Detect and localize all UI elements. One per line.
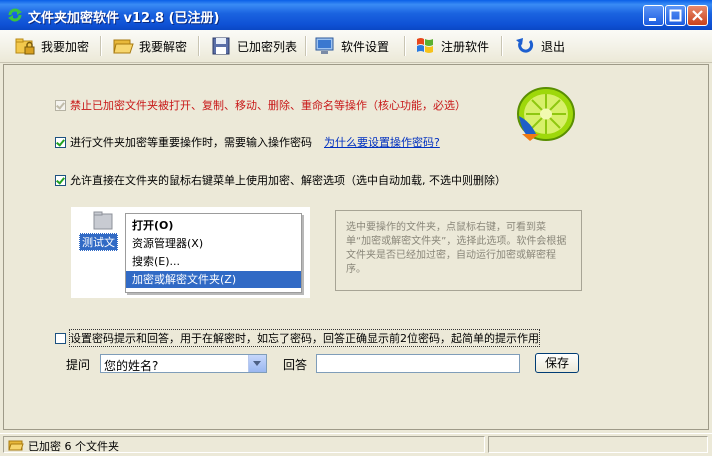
save-button[interactable]: 保存 xyxy=(535,353,579,373)
app-window: 文件夹加密软件 v12.8 (已注册) 我要加密 我要解密 已加密列表 软件设置… xyxy=(0,0,712,456)
status-bar: 已加密 6 个文件夹 xyxy=(0,433,712,456)
exit-arrow-icon xyxy=(516,38,534,53)
decrypt-label: 我要解密 xyxy=(139,39,188,54)
encrypted-list-label: 已加密列表 xyxy=(237,39,298,54)
question-value: 您的姓名? xyxy=(104,359,159,373)
why-password-link[interactable]: 为什么要设置操作密码? xyxy=(324,134,440,150)
minimize-button[interactable] xyxy=(643,5,664,26)
password-option[interactable]: 进行文件夹加密等重要操作时，需要输入操作密码 为什么要设置操作密码? xyxy=(55,134,440,150)
lime-lock-logo-icon xyxy=(517,87,575,141)
encrypted-list-button[interactable]: 已加密列表 xyxy=(210,33,297,59)
question-select[interactable]: 您的姓名? xyxy=(100,354,267,373)
settings-panel: 禁止已加密文件夹被打开、复制、移动、删除、重命名等操作（核心功能，必选） 进行文… xyxy=(3,64,709,430)
exit-label: 退出 xyxy=(541,39,566,54)
save-list-icon xyxy=(212,37,230,55)
minimize-icon xyxy=(649,18,656,21)
register-label: 注册软件 xyxy=(441,39,490,54)
status-cell-main: 已加密 6 个文件夹 xyxy=(3,436,485,453)
context-menu-preview: 测试文 打开(O) 资源管理器(X) 搜索(E)... 加密或解密文件夹(Z) xyxy=(71,207,310,298)
register-button[interactable]: 注册软件 xyxy=(414,33,489,59)
toolbar: 我要加密 我要解密 已加密列表 软件设置 注册软件 退出 xyxy=(0,30,712,63)
close-icon xyxy=(692,10,703,21)
folder-status-icon xyxy=(8,440,24,451)
context-menu-checkbox[interactable] xyxy=(55,174,66,186)
status-text: 已加密 6 个文件夹 xyxy=(28,440,119,453)
core-protection-option: 禁止已加密文件夹被打开、复制、移动、删除、重命名等操作（核心功能，必选） xyxy=(55,97,466,113)
toolbar-separator xyxy=(404,36,406,56)
folder-name: 测试文 xyxy=(79,233,118,251)
lock-folder-icon xyxy=(15,38,35,55)
folder-icon xyxy=(93,211,113,230)
exit-button[interactable]: 退出 xyxy=(514,33,565,59)
maximize-button[interactable] xyxy=(665,5,686,26)
core-protection-checkbox xyxy=(55,99,66,111)
title-bar[interactable]: 文件夹加密软件 v12.8 (已注册) xyxy=(0,0,712,30)
monitor-settings-icon xyxy=(315,37,334,54)
menu-item-open: 打开(O) xyxy=(132,219,174,232)
menu-item-search: 搜索(E)... xyxy=(132,255,181,268)
toolbar-separator xyxy=(100,36,102,56)
open-folder-icon xyxy=(113,39,134,54)
settings-button[interactable]: 软件设置 xyxy=(314,33,389,59)
toolbar-separator xyxy=(198,36,200,56)
chevron-down-icon[interactable] xyxy=(248,355,266,372)
encrypt-label: 我要加密 xyxy=(41,39,90,54)
usage-info-box: 选中要操作的文件夹，点鼠标右键，可看到菜单“加密或解密文件夹”，选择此选项。软件… xyxy=(335,210,582,291)
context-menu-label: 允许直接在文件夹的鼠标右键菜单上使用加密、解密选项（选中自动加载, 不选中则删除… xyxy=(70,174,506,187)
hint-checkbox[interactable] xyxy=(55,332,66,344)
settings-label: 软件设置 xyxy=(341,39,390,54)
menu-item-explorer: 资源管理器(X) xyxy=(132,237,204,250)
answer-label: 回答 xyxy=(283,358,308,372)
question-label: 提问 xyxy=(66,358,91,372)
close-button[interactable] xyxy=(687,5,708,26)
decrypt-button[interactable]: 我要解密 xyxy=(112,33,187,59)
menu-item-encrypt-decrypt: 加密或解密文件夹(Z) xyxy=(126,271,301,288)
windows-flag-icon xyxy=(417,38,433,53)
answer-input[interactable] xyxy=(316,354,520,373)
core-protection-label: 禁止已加密文件夹被打开、复制、移动、删除、重命名等操作（核心功能，必选） xyxy=(70,99,466,112)
window-title: 文件夹加密软件 v12.8 (已注册) xyxy=(28,11,220,26)
app-refresh-icon xyxy=(8,8,22,22)
status-cell-secondary xyxy=(488,436,708,453)
encrypt-button[interactable]: 我要加密 xyxy=(14,33,89,59)
hint-label: 设置密码提示和回答，用于在解密时，如忘了密码，回答正确显示前2位密码，起简单的提… xyxy=(69,329,540,347)
maximize-icon xyxy=(669,9,682,22)
password-label: 进行文件夹加密等重要操作时，需要输入操作密码 xyxy=(70,136,312,149)
usage-info-text: 选中要操作的文件夹，点鼠标右键，可看到菜单“加密或解密文件夹”，选择此选项。软件… xyxy=(346,222,567,275)
hint-option[interactable]: 设置密码提示和回答，用于在解密时，如忘了密码，回答正确显示前2位密码，起简单的提… xyxy=(55,329,540,347)
password-checkbox[interactable] xyxy=(55,136,66,148)
context-menu: 打开(O) 资源管理器(X) 搜索(E)... 加密或解密文件夹(Z) xyxy=(125,213,302,293)
context-menu-option[interactable]: 允许直接在文件夹的鼠标右键菜单上使用加密、解密选项（选中自动加载, 不选中则删除… xyxy=(55,172,506,188)
toolbar-separator xyxy=(501,36,503,56)
toolbar-separator xyxy=(305,36,307,56)
